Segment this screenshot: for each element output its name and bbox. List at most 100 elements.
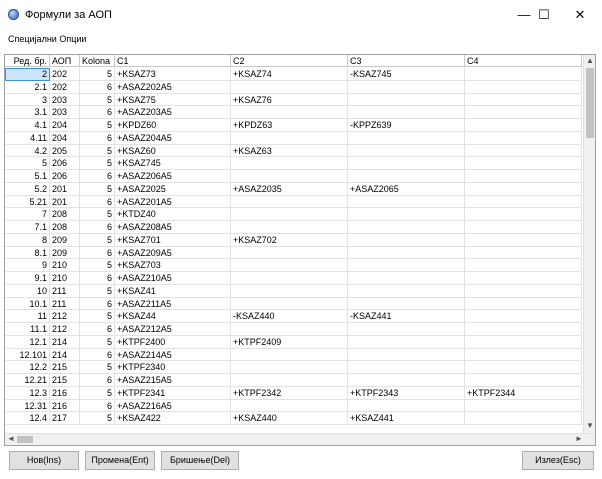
grid-cell[interactable] <box>348 221 465 234</box>
grid-cell[interactable]: +KSAZ701 <box>115 233 231 247</box>
column-header[interactable]: C2 <box>231 55 348 67</box>
grid-cell[interactable] <box>348 399 465 413</box>
grid-cell[interactable]: -KSAZ440 <box>231 310 348 323</box>
grid-cell[interactable] <box>348 144 465 158</box>
exit-button[interactable]: Излез(Esc) <box>522 451 594 470</box>
grid-cell[interactable]: 5.2 <box>5 182 50 196</box>
grid-cell[interactable]: 12.31 <box>5 399 50 413</box>
grid-cell[interactable] <box>231 170 348 183</box>
table-row[interactable]: 5.21 201 6 +ASAZ201A5 <box>5 195 595 209</box>
grid-cell[interactable]: 11 <box>5 310 50 323</box>
grid-cell[interactable]: +KSAZ703 <box>115 259 231 272</box>
grid-cell[interactable]: -KSAZ745 <box>348 68 465 81</box>
grid-cell[interactable]: 5 <box>80 157 115 170</box>
grid-cell[interactable] <box>348 361 465 374</box>
grid-cell[interactable]: +KSAZ41 <box>115 284 231 298</box>
grid-cell[interactable]: 211 <box>50 297 80 311</box>
table-row[interactable]: 12.31 216 6 +ASAZ216A5 <box>5 399 595 413</box>
grid-cell[interactable]: +KTPF2343 <box>348 386 465 400</box>
grid-cell[interactable]: +KTPF2342 <box>231 386 348 400</box>
grid-cell[interactable] <box>348 246 465 260</box>
grid-cell[interactable]: 203 <box>50 106 80 119</box>
grid-cell[interactable]: 209 <box>50 233 80 247</box>
scroll-right-icon[interactable]: ► <box>575 434 583 444</box>
grid-cell[interactable] <box>348 170 465 183</box>
grid-cell[interactable]: 217 <box>50 412 80 425</box>
grid-cell[interactable] <box>348 348 465 362</box>
grid-cell[interactable]: +ASAZ204A5 <box>115 131 231 145</box>
grid-cell[interactable]: 6 <box>80 348 115 362</box>
vertical-scrollbar[interactable]: ▲ ▼ <box>583 55 595 433</box>
grid-cell[interactable]: 6 <box>80 80 115 94</box>
grid-cell[interactable]: +KSAZ75 <box>115 93 231 107</box>
grid-cell[interactable]: 202 <box>50 68 80 81</box>
grid-cell[interactable]: +KSAZ422 <box>115 412 231 425</box>
grid-cell[interactable] <box>465 80 582 94</box>
table-row[interactable]: 9.1 210 6 +ASAZ210A5 <box>5 272 595 285</box>
grid-cell[interactable]: +ASAZ214A5 <box>115 348 231 362</box>
delete-button[interactable]: Бришење(Del) <box>161 451 239 470</box>
grid-cell[interactable] <box>348 335 465 349</box>
grid-cell[interactable]: 5 <box>5 157 50 170</box>
grid-cell[interactable]: +KSAZ73 <box>115 68 231 81</box>
grid-cell[interactable] <box>231 297 348 311</box>
table-row[interactable]: 10 211 5 +KSAZ41 <box>5 284 595 298</box>
grid-cell[interactable]: +KSAZ74 <box>231 68 348 81</box>
grid-cell[interactable] <box>348 272 465 285</box>
grid-cell[interactable] <box>231 195 348 209</box>
grid-cell[interactable]: 6 <box>80 131 115 145</box>
grid-cell[interactable]: 5 <box>80 361 115 374</box>
grid-cell[interactable] <box>465 374 582 387</box>
grid-cell[interactable] <box>231 106 348 119</box>
grid-cell[interactable] <box>348 131 465 145</box>
grid-cell[interactable] <box>231 131 348 145</box>
grid-cell[interactable]: 205 <box>50 144 80 158</box>
grid-cell[interactable]: 6 <box>80 374 115 387</box>
grid-cell[interactable] <box>465 259 582 272</box>
grid-cell[interactable]: 11.1 <box>5 323 50 336</box>
grid-cell[interactable] <box>465 297 582 311</box>
grid-cell[interactable]: +KTDZ40 <box>115 208 231 221</box>
grid-cell[interactable]: 206 <box>50 157 80 170</box>
menu-special-options[interactable]: Специјални Опции <box>8 34 86 44</box>
grid-cell[interactable] <box>231 80 348 94</box>
grid-cell[interactable] <box>465 310 582 323</box>
grid-cell[interactable]: 8.1 <box>5 246 50 260</box>
grid-cell[interactable]: 5 <box>80 259 115 272</box>
table-row[interactable]: 5.1 206 6 +ASAZ206A5 <box>5 170 595 183</box>
grid-cell[interactable] <box>231 157 348 170</box>
grid-cell[interactable]: 206 <box>50 170 80 183</box>
grid-cell[interactable]: +KTPF2409 <box>231 335 348 349</box>
grid-cell[interactable]: 12.21 <box>5 374 50 387</box>
table-row[interactable]: 9 210 5 +KSAZ703 <box>5 259 595 272</box>
table-row[interactable]: 12.4 217 5 +KSAZ422 +KSAZ440 +KSAZ441 <box>5 412 595 425</box>
grid-cell[interactable]: +ASAZ203A5 <box>115 106 231 119</box>
grid-cell[interactable]: 7.1 <box>5 221 50 234</box>
grid-cell[interactable]: 6 <box>80 221 115 234</box>
grid-cell[interactable] <box>465 272 582 285</box>
grid-cell[interactable]: 212 <box>50 323 80 336</box>
horizontal-scroll-thumb[interactable] <box>17 436 33 443</box>
grid-cell[interactable]: 10 <box>5 284 50 298</box>
grid-cell[interactable]: -KPPZ639 <box>348 119 465 132</box>
grid-cell[interactable]: 12.4 <box>5 412 50 425</box>
grid-cell[interactable] <box>465 246 582 260</box>
grid-cell[interactable] <box>465 412 582 425</box>
grid-cell[interactable]: 6 <box>80 297 115 311</box>
scroll-up-icon[interactable]: ▲ <box>586 56 594 66</box>
grid-cell[interactable] <box>348 374 465 387</box>
grid-cell[interactable] <box>465 221 582 234</box>
grid-cell[interactable] <box>348 208 465 221</box>
grid-cell[interactable]: 4.2 <box>5 144 50 158</box>
grid-cell[interactable] <box>465 119 582 132</box>
grid-cell[interactable]: 12.101 <box>5 348 50 362</box>
grid-cell[interactable] <box>465 399 582 413</box>
grid-cell[interactable] <box>465 170 582 183</box>
grid-cell[interactable] <box>231 208 348 221</box>
table-row[interactable]: 7 208 5 +KTDZ40 <box>5 208 595 221</box>
grid-cell[interactable]: -KSAZ441 <box>348 310 465 323</box>
table-row[interactable]: 8.1 209 6 +ASAZ209A5 <box>5 246 595 260</box>
grid-cell[interactable]: 6 <box>80 170 115 183</box>
scroll-left-icon[interactable]: ◄ <box>7 434 15 444</box>
grid-cell[interactable] <box>465 348 582 362</box>
